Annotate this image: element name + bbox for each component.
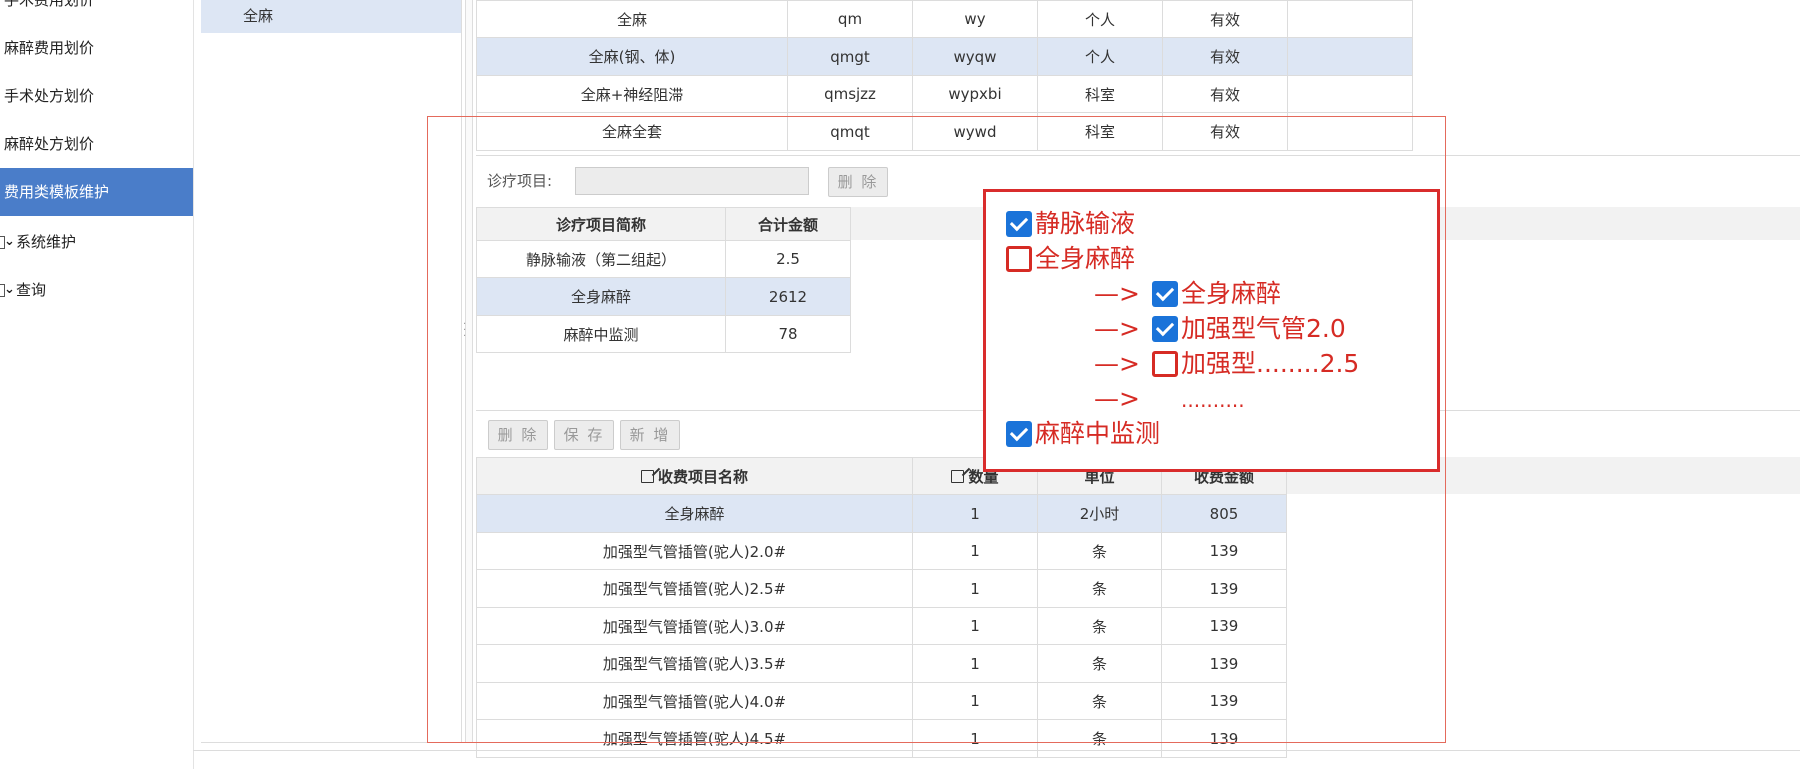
sidebar-group-query[interactable]: 查询 ⌄ xyxy=(0,266,193,314)
sidebar-item-surgery-fee-pricing[interactable]: 手术费用划价 xyxy=(0,0,193,24)
table-cell: wypxbi xyxy=(912,75,1038,113)
table-cell xyxy=(1287,75,1413,113)
table-cell: 个人 xyxy=(1037,0,1163,38)
annotation-text: 麻醉中监测 xyxy=(1035,419,1161,448)
table-cell: 个人 xyxy=(1037,37,1163,76)
chevron-down-icon: ⌄ xyxy=(4,234,15,249)
checkbox-checked-icon xyxy=(1152,316,1178,342)
table-cell: 有效 xyxy=(1162,75,1288,113)
template-name: 全麻 xyxy=(243,7,274,25)
table-cell: 全麻+神经阻滞 xyxy=(476,75,788,113)
table-cell: 有效 xyxy=(1162,0,1288,38)
table-cell: 科室 xyxy=(1037,75,1163,113)
annotation-text: 全身麻醉 xyxy=(1181,279,1282,308)
table-cell: qmsjzz xyxy=(787,75,913,113)
checkbox-unchecked-icon xyxy=(1006,246,1032,272)
sidebar-item-label: 麻醉处方划价 xyxy=(4,135,95,153)
annotation-line: —> 加强型........2.5 xyxy=(1094,349,1359,379)
checkbox-checked-icon xyxy=(1152,281,1178,307)
annotation-box: 静脉输液 全身麻醉 —> 全身麻醉 —> 加强型气管2.0 —> 加强型.......… xyxy=(983,189,1440,472)
table-cell: 全麻(钢、体) xyxy=(476,37,788,76)
annotation-line: —> 加强型气管2.0 xyxy=(1094,314,1346,344)
annotation-line: —> 全身麻醉 xyxy=(1094,279,1281,309)
annotation-text: 加强型气管2.0 xyxy=(1181,314,1346,343)
table-row[interactable]: 全麻 qm wy 个人 有效 xyxy=(476,0,1413,38)
sidebar-item-label: 费用类模板维护 xyxy=(4,183,110,201)
table-cell xyxy=(1287,37,1413,76)
sidebar-group-system-maintenance[interactable]: 系统维护 ⌄ xyxy=(0,218,193,266)
template-list: 全麻 xyxy=(201,0,462,743)
sidebar-item-anesthesia-prescription-pricing[interactable]: 麻醉处方划价 xyxy=(0,120,193,168)
arrow-icon: —> xyxy=(1094,314,1140,343)
sidebar-item-surgery-prescription-pricing[interactable]: 手术处方划价 xyxy=(0,72,193,120)
table-row[interactable]: 全麻(钢、体) qmgt wyqw 个人 有效 xyxy=(476,37,1413,76)
arrow-icon: —> xyxy=(1094,279,1140,308)
checkbox-checked-icon xyxy=(1006,211,1032,237)
chevron-down-icon: ⌄ xyxy=(4,282,15,297)
annotation-line: 麻醉中监测 xyxy=(1006,419,1160,449)
table-cell xyxy=(1287,0,1413,38)
table-cell: 全麻 xyxy=(476,0,788,38)
sidebar: 手术费用划价 麻醉费用划价 手术处方划价 麻醉处方划价 费用类模板维护 系统维护… xyxy=(0,0,194,769)
checkbox-checked-icon xyxy=(1006,421,1032,447)
annotation-line: —>.......... xyxy=(1094,384,1245,415)
checkbox-unchecked-icon xyxy=(1152,351,1178,377)
annotation-text: 加强型........2.5 xyxy=(1181,349,1360,378)
arrow-icon: —> xyxy=(1094,384,1140,413)
sidebar-item-label: 手术处方划价 xyxy=(4,87,95,105)
template-list-item[interactable]: 全麻 xyxy=(201,0,461,33)
annotation-line: 全身麻醉 xyxy=(1006,244,1135,274)
sidebar-item-label: 麻醉费用划价 xyxy=(4,39,95,57)
table-cell: qm xyxy=(787,0,913,38)
annotation-line: 静脉输液 xyxy=(1006,209,1135,239)
sidebar-item-fee-template-maintenance[interactable]: 费用类模板维护 xyxy=(0,168,193,216)
table-cell: qmgt xyxy=(787,37,913,76)
annotation-text: 静脉输液 xyxy=(1035,209,1136,238)
table-row[interactable]: 全麻+神经阻滞 qmsjzz wypxbi 科室 有效 xyxy=(476,75,1413,113)
annotation-text: 全身麻醉 xyxy=(1035,244,1136,273)
arrow-icon: —> xyxy=(1094,349,1140,378)
table-cell: wy xyxy=(912,0,1038,38)
sidebar-item-anesthesia-fee-pricing[interactable]: 麻醉费用划价 xyxy=(0,24,193,72)
table-cell: wyqw xyxy=(912,37,1038,76)
table-cell: 有效 xyxy=(1162,37,1288,76)
annotation-text: .......... xyxy=(1181,388,1245,412)
sidebar-item-label: 手术费用划价 xyxy=(4,0,95,9)
divider xyxy=(193,750,1800,751)
